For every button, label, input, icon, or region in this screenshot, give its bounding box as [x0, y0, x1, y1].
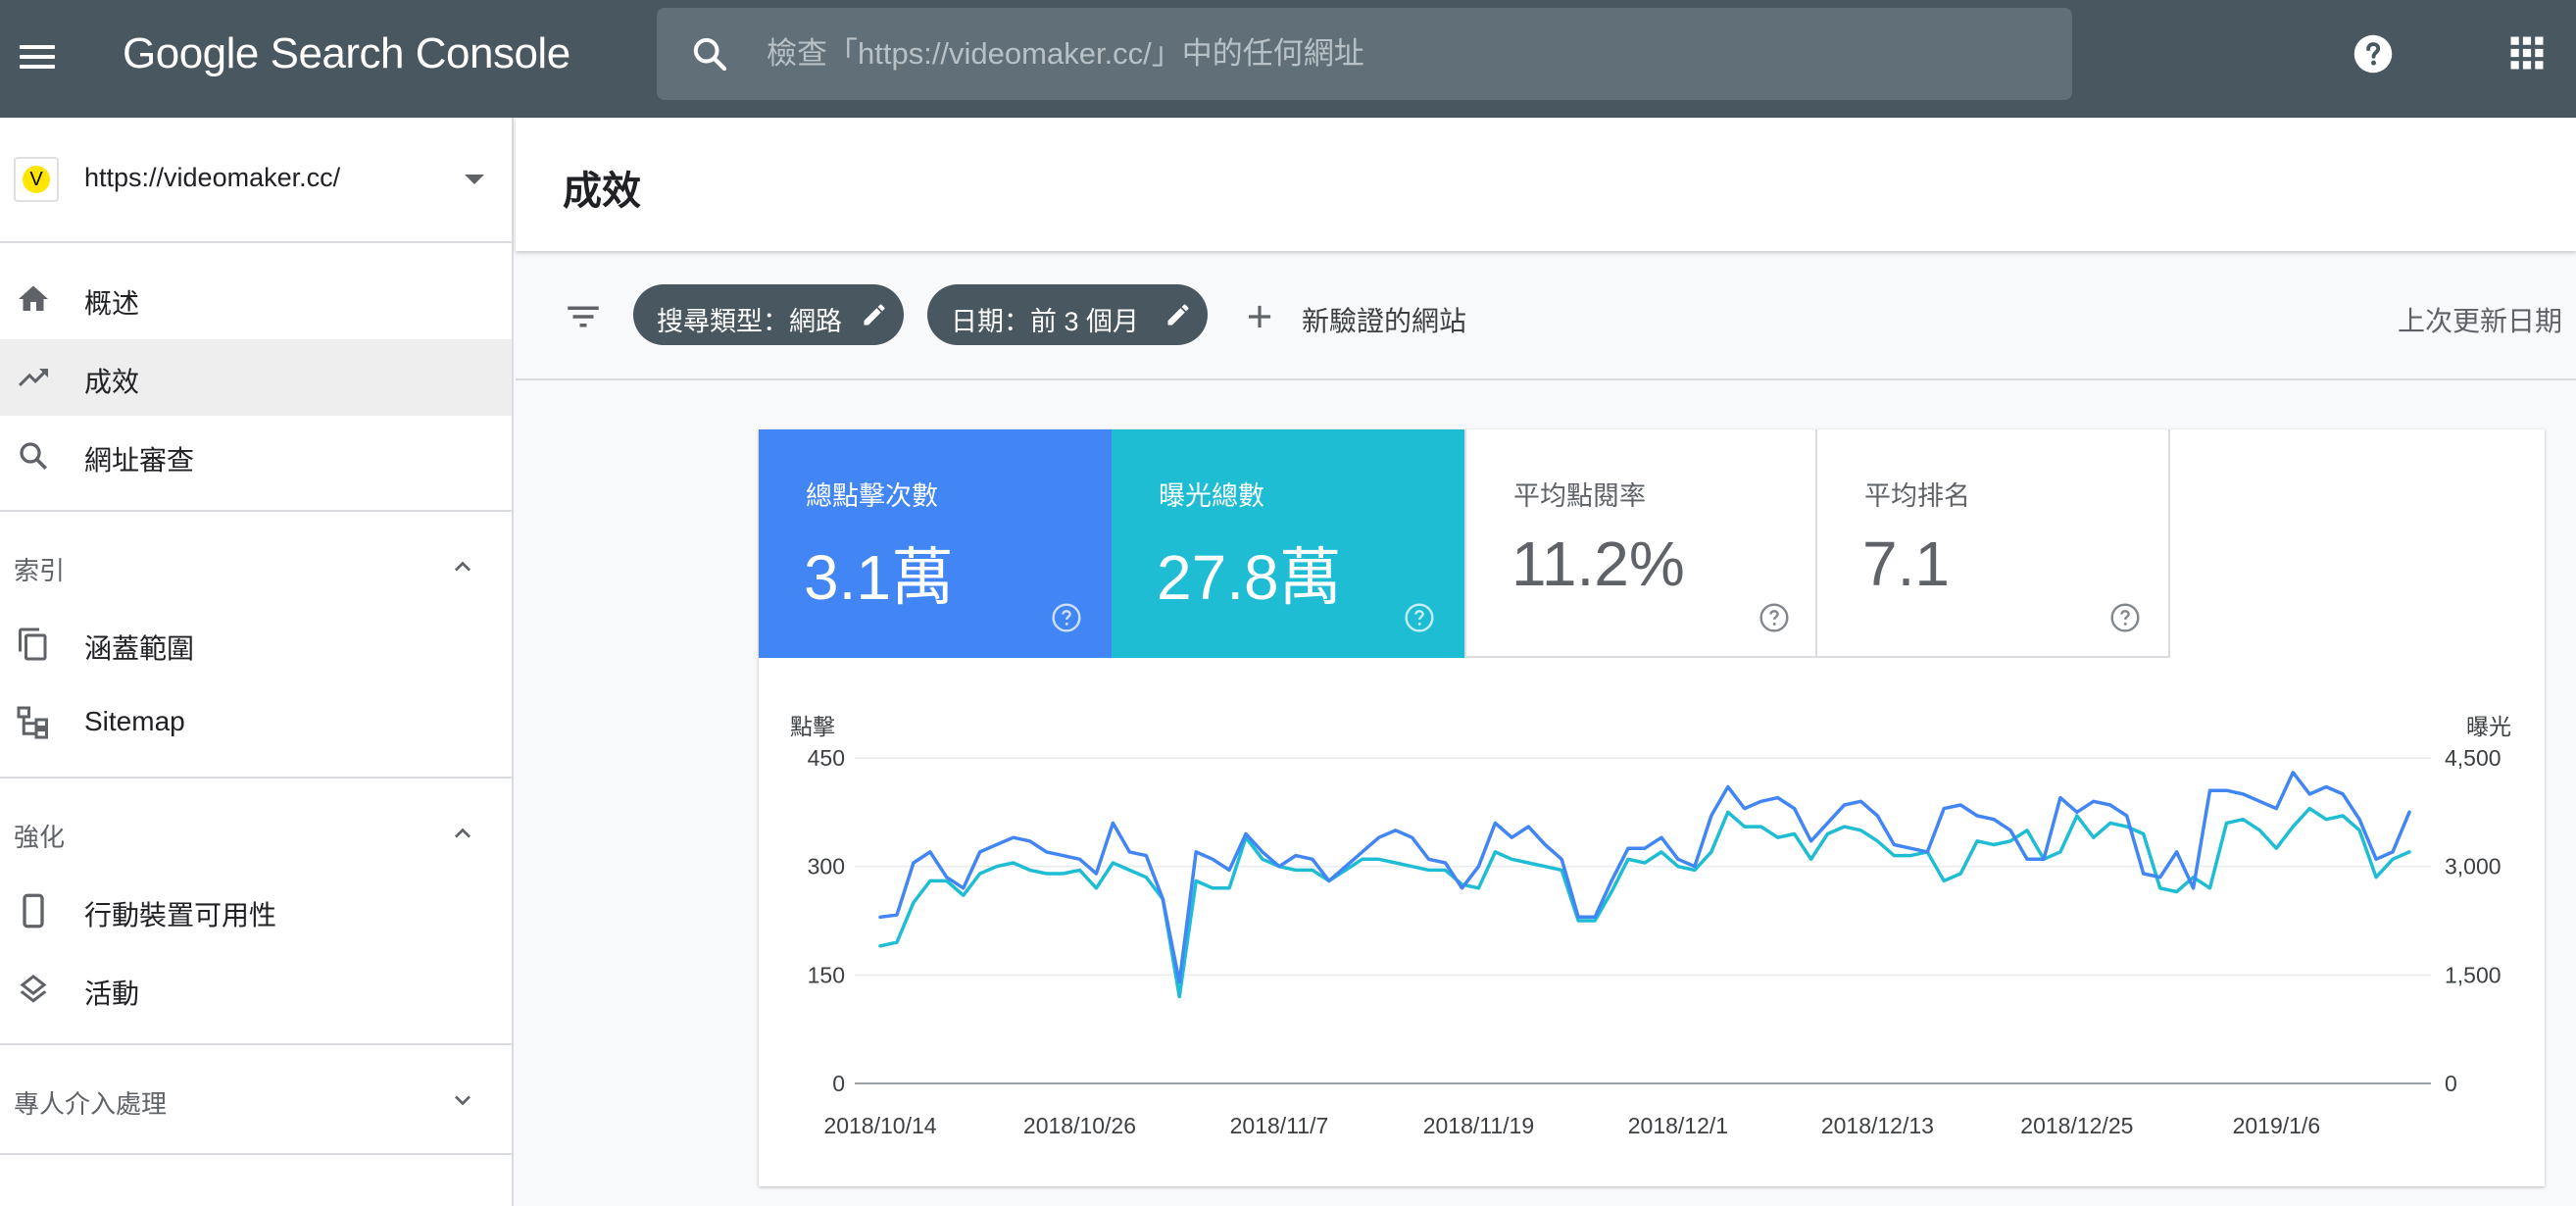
- y-left-tick-label: 300: [808, 854, 845, 879]
- search-icon: [20, 442, 48, 471]
- x-tick-label: 2019/1/6: [2233, 1113, 2321, 1138]
- edit-pencil-icon[interactable]: [1164, 301, 1192, 328]
- sidebar-item-sitemap[interactable]: Sitemap: [0, 684, 512, 761]
- sidebar-item-label: Sitemap: [84, 706, 185, 736]
- sidebar-divider: [0, 1153, 512, 1155]
- y-left-tick-label: 450: [808, 745, 845, 771]
- filter-bar: 搜尋類型：網路 日期：前 3 個月 新驗證的網站 上次更新日期: [516, 253, 2576, 380]
- y-left-tick-label: 0: [832, 1071, 845, 1096]
- page-header: 成效: [516, 118, 2576, 251]
- date-filter-chip[interactable]: 日期：前 3 個月: [927, 284, 1208, 345]
- chevron-up-icon[interactable]: [447, 551, 478, 582]
- clicks-series-line: [878, 771, 2411, 984]
- phone-icon: [23, 893, 44, 929]
- sidebar-section-index[interactable]: 索引: [0, 531, 512, 600]
- y-right-tick-label: 1,500: [2445, 962, 2502, 987]
- sidebar-item-label: 網址審查: [84, 445, 195, 476]
- search-icon: [693, 37, 727, 72]
- layers-icon: [20, 975, 47, 1003]
- sidebar-item-mobile-usability[interactable]: 行動裝置可用性: [0, 873, 512, 949]
- sidebar-item-label: 活動: [84, 979, 140, 1009]
- sidebar-item-coverage[interactable]: 涵蓋範圍: [0, 606, 512, 682]
- sidebar-divider: [0, 1043, 512, 1045]
- x-tick-label: 2018/12/13: [1821, 1113, 1934, 1138]
- plus-icon: [1248, 305, 1271, 328]
- sidebar-nav: V https://videomaker.cc/ 概述 成效 網址審查 索引 涵…: [0, 118, 514, 1206]
- sidebar-section-enhancements[interactable]: 強化: [0, 798, 512, 867]
- home-icon: [19, 285, 48, 311]
- performance-card: 總點擊次數 3.1萬 曝光總數 27.8萬 平均點閱率 11.2% 平均排名 7…: [759, 429, 2545, 1186]
- sidebar-item-label: 涵蓋範圍: [84, 633, 195, 664]
- filter-icon[interactable]: [563, 296, 604, 337]
- page-title: 成效: [563, 170, 641, 213]
- app-title[interactable]: Google Search Console: [123, 29, 570, 78]
- app-root: Google Search Console V: [0, 0, 2576, 1206]
- chevron-down-icon[interactable]: [465, 175, 484, 184]
- x-tick-label: 2018/11/7: [1230, 1113, 1329, 1138]
- top-app-bar: Google Search Console: [0, 0, 2576, 118]
- x-tick-label: 2018/11/19: [1423, 1113, 1534, 1138]
- property-selector[interactable]: V https://videomaker.cc/: [0, 118, 512, 243]
- trending-up-icon: [19, 369, 48, 386]
- y-right-tick-label: 0: [2445, 1071, 2457, 1096]
- section-title: 專人介入處理: [14, 1089, 168, 1119]
- x-tick-label: 2018/10/26: [1023, 1113, 1136, 1138]
- x-tick-label: 2018/12/1: [1628, 1113, 1728, 1138]
- sidebar-section-manual-actions[interactable]: 專人介入處理: [0, 1065, 512, 1133]
- performance-line-chart[interactable]: 450 4,500 300 3,000 150 1,500 0 0 2018/10/14 2018…: [759, 429, 2545, 1186]
- sidebar-item-label: 行動裝置可用性: [84, 900, 277, 930]
- help-icon[interactable]: [2353, 33, 2394, 75]
- section-title: 強化: [14, 823, 66, 852]
- chip-label: 搜尋類型：網路: [657, 307, 842, 336]
- add-filter-label: 新驗證的網站: [1302, 306, 1467, 336]
- sidebar-item-label: 成效: [84, 367, 140, 397]
- search-type-filter-chip[interactable]: 搜尋類型：網路: [633, 284, 904, 345]
- property-url: https://videomaker.cc/: [84, 163, 341, 192]
- last-updated-label: 上次更新日期: [2398, 306, 2563, 336]
- apps-grid-icon[interactable]: [2509, 35, 2545, 71]
- url-inspection-search-bar[interactable]: [657, 8, 2072, 100]
- sidebar-item-url-inspection[interactable]: 網址審查: [0, 418, 512, 494]
- property-favicon: V: [14, 157, 59, 202]
- sidebar-divider: [0, 777, 512, 779]
- sidebar-item-links[interactable]: 連結: [0, 1186, 512, 1206]
- sidebar-item-performance[interactable]: 成效: [0, 339, 512, 416]
- y-right-tick-label: 4,500: [2445, 745, 2502, 771]
- sidebar-item-overview[interactable]: 概述: [0, 261, 512, 337]
- sidebar-divider: [0, 510, 512, 512]
- property-favicon-letter: V: [23, 166, 50, 193]
- main-menu-icon[interactable]: [18, 37, 57, 76]
- chevron-down-icon[interactable]: [447, 1084, 478, 1116]
- section-title: 索引: [14, 556, 66, 585]
- chevron-up-icon[interactable]: [447, 818, 478, 849]
- edit-pencil-icon[interactable]: [861, 301, 888, 328]
- y-left-tick-label: 150: [808, 962, 845, 987]
- y-right-tick-label: 3,000: [2445, 854, 2502, 879]
- sidebar-item-events[interactable]: 活動: [0, 951, 512, 1028]
- sitemap-icon: [17, 706, 48, 739]
- sidebar-item-label: 概述: [84, 288, 140, 319]
- search-input[interactable]: [767, 29, 2021, 78]
- x-tick-label: 2018/12/25: [2020, 1113, 2133, 1138]
- x-tick-label: 2018/10/14: [823, 1113, 936, 1138]
- copy-icon: [19, 628, 47, 661]
- chip-label: 日期：前 3 個月: [951, 307, 1140, 336]
